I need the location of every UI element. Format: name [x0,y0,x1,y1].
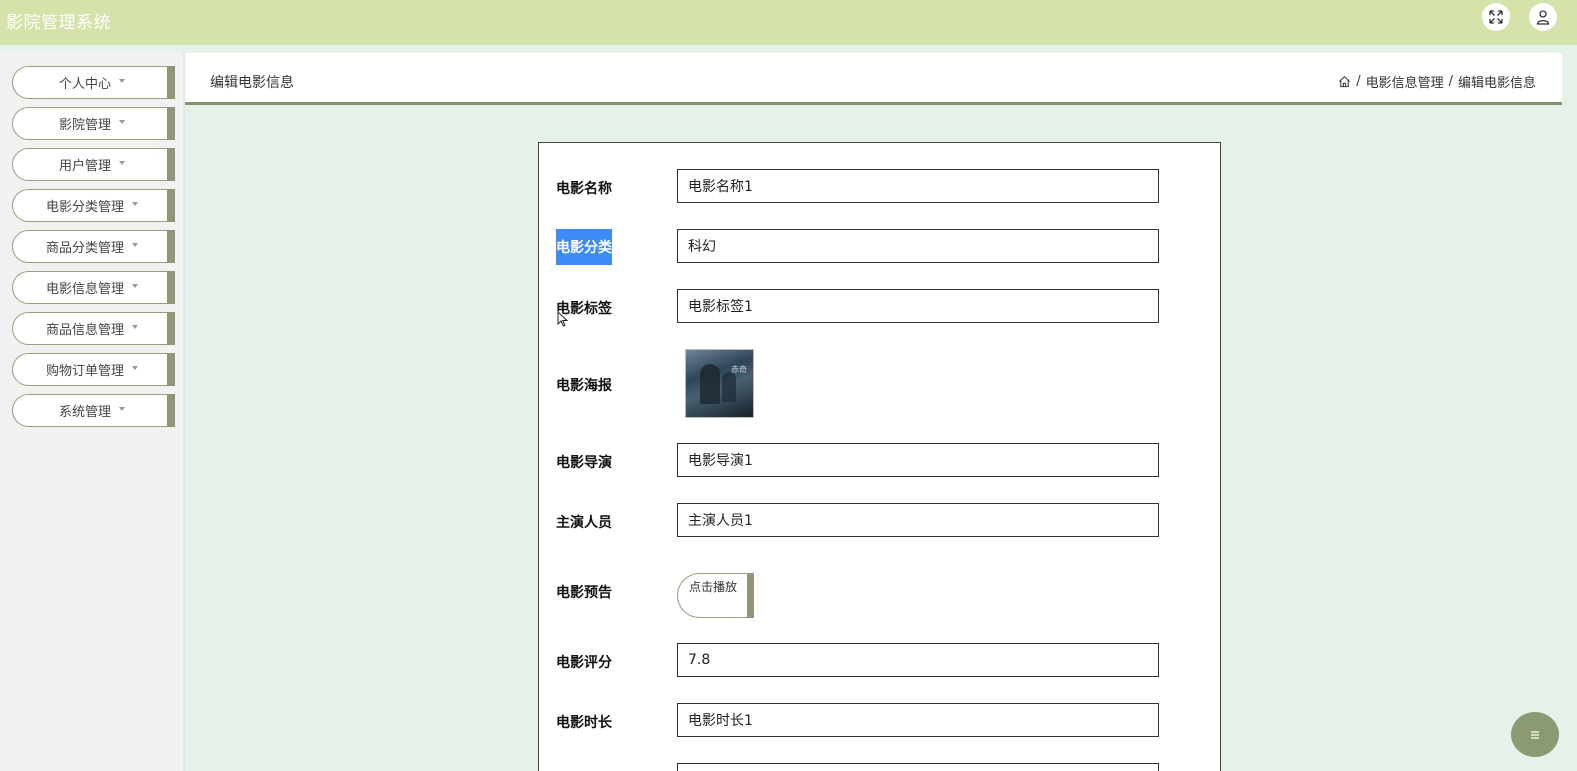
caret-down-icon [119,160,125,165]
sidebar-item-movie-info[interactable]: 电影信息管理 [12,271,175,304]
sidebar-item-personal-center[interactable]: 个人中心 [12,66,175,99]
fullscreen-icon [1489,10,1503,24]
caret-down-icon [132,324,138,329]
sidebar-item-users[interactable]: 用户管理 [12,148,175,181]
movie-duration-label: 电影时长 [556,715,612,731]
sidebar-item-label: 电影分类管理 [45,200,124,215]
mouse-cursor-icon [557,311,569,327]
breadcrumb-separator: / [1356,74,1361,89]
poster-figure [700,364,720,404]
sidebar-item-product-info[interactable]: 商品信息管理 [12,312,175,345]
movie-name-input[interactable]: 电影名称1 [677,169,1159,203]
movie-tags-input[interactable]: 电影标签1 [677,289,1159,323]
movie-trailer-label: 电影预告 [556,585,612,601]
header-divider [0,45,1577,51]
movie-duration-input[interactable]: 电影时长1 [677,703,1159,737]
app-title: 影院管理系统 [6,13,111,33]
breadcrumb-separator: / [1448,74,1453,89]
top-header: 影院管理系统 [0,0,1577,45]
sidebar-item-label: 电影信息管理 [45,282,124,297]
poster-title-text: 赤奇 [731,365,747,374]
user-icon [1536,10,1550,25]
movie-rating-label: 电影评分 [556,655,612,671]
sidebar-item-label: 购物订单管理 [45,364,124,379]
breadcrumb-parent-link[interactable]: 电影信息管理 [1366,72,1444,91]
breadcrumb-current: 编辑电影信息 [1457,76,1536,91]
caret-down-icon [119,78,125,83]
sidebar-item-system[interactable]: 系统管理 [12,394,175,427]
poster-figure [722,372,736,402]
movie-poster-image[interactable]: 赤奇 [685,349,754,418]
page-title: 编辑电影信息 [210,75,294,91]
sidebar-item-cinema[interactable]: 影院管理 [12,107,175,140]
movie-poster-label: 电影海报 [556,378,612,394]
movie-director-label: 电影导演 [556,455,612,471]
movie-rating-input[interactable]: 7.8 [677,643,1159,677]
movie-cast-label: 主演人员 [556,515,612,531]
sidebar-item-orders[interactable]: 购物订单管理 [12,353,175,386]
sidebar-item-label: 影院管理 [58,118,111,133]
play-trailer-button[interactable]: 点击播放 [677,573,754,618]
caret-down-icon [132,283,138,288]
movie-director-input[interactable]: 电影导演1 [677,443,1159,477]
sidebar-item-label: 用户管理 [58,159,111,174]
movie-category-label: 电影分类 [556,229,612,265]
movie-cast-input[interactable]: 主演人员1 [677,503,1159,537]
sidebar-item-product-category[interactable]: 商品分类管理 [12,230,175,263]
caret-down-icon [132,365,138,370]
home-icon[interactable] [1338,75,1351,88]
sidebar-item-label: 个人中心 [58,77,111,92]
caret-down-icon [119,119,125,124]
sidebar-item-label: 商品信息管理 [45,323,124,338]
sidebar-item-movie-category[interactable]: 电影分类管理 [12,189,175,222]
sidebar: 个人中心 影院管理 用户管理 电影分类管理 商品分类管理 电影信息管理 商品信息… [0,51,185,771]
next-field-input[interactable] [677,763,1159,771]
user-button[interactable] [1529,3,1557,31]
caret-down-icon [132,242,138,247]
movie-name-label: 电影名称 [556,181,612,197]
sidebar-item-label: 商品分类管理 [45,241,124,256]
sidebar-item-label: 系统管理 [58,405,111,420]
caret-down-icon [119,406,125,411]
edit-movie-form: 电影名称 电影名称1 电影分类 科幻 电影标签 电影标签1 电影海报 赤奇 电影… [538,142,1221,771]
floating-menu-icon [1531,730,1539,739]
floating-action-button[interactable] [1511,712,1559,757]
breadcrumb: / 电影信息管理 / 编辑电影信息 [1338,72,1536,91]
movie-category-input[interactable]: 科幻 [677,229,1159,263]
breadcrumb-bar: 编辑电影信息 / 电影信息管理 / 编辑电影信息 [185,53,1562,105]
fullscreen-button[interactable] [1482,3,1510,31]
caret-down-icon [132,201,138,206]
